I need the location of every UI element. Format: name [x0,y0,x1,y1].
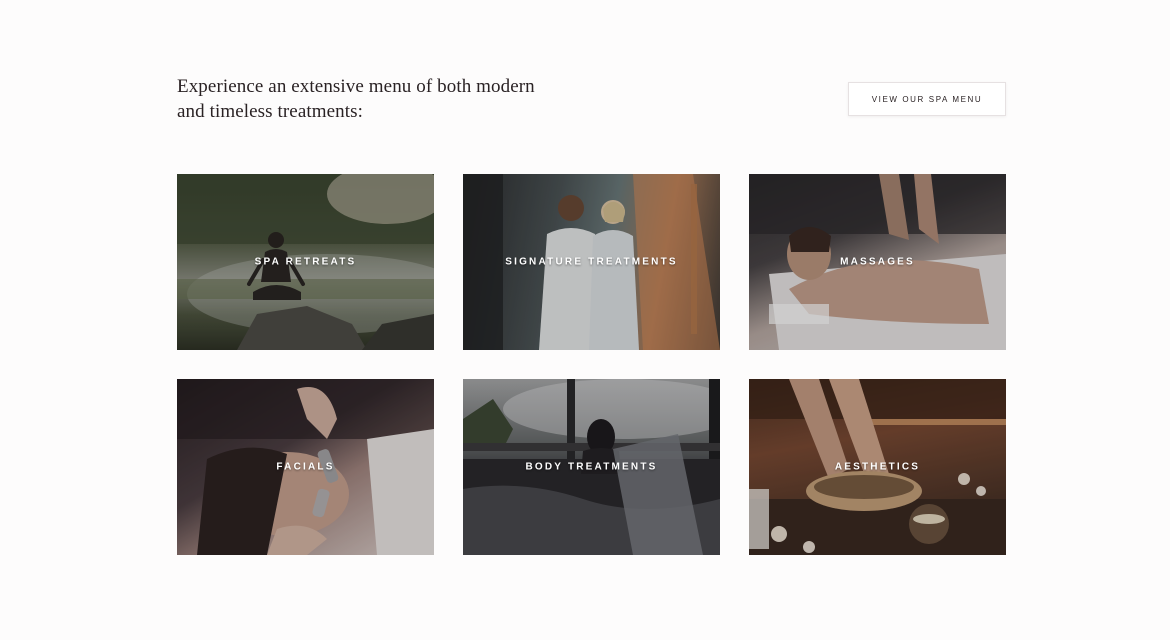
tile-label: FACIALS [276,461,335,473]
view-spa-menu-button[interactable]: VIEW OUR SPA MENU [848,82,1006,116]
tile-massages[interactable]: MASSAGES [749,174,1006,350]
tile-label: MASSAGES [840,256,915,268]
intro-line-1: Experience an extensive menu of both mod… [177,76,535,97]
tile-label: SPA RETREATS [254,256,357,268]
spa-treatments-section: Experience an extensive menu of both mod… [0,0,1170,640]
intro-heading: Experience an extensive menu of both mod… [177,74,577,124]
tile-spa-retreats[interactable]: SPA RETREATS [177,174,434,350]
intro-line-2: and timeless treatments: [177,101,364,122]
tile-label: SIGNATURE TREATMENTS [505,256,678,268]
tile-signature-treatments[interactable]: SIGNATURE TREATMENTS [463,174,720,350]
tile-facials[interactable]: FACIALS [177,379,434,555]
tile-label: AESTHETICS [834,461,921,473]
tile-label: BODY TREATMENTS [525,461,658,473]
tile-body-treatments[interactable]: BODY TREATMENTS [463,379,720,555]
tile-aesthetics[interactable]: AESTHETICS [749,379,1006,555]
